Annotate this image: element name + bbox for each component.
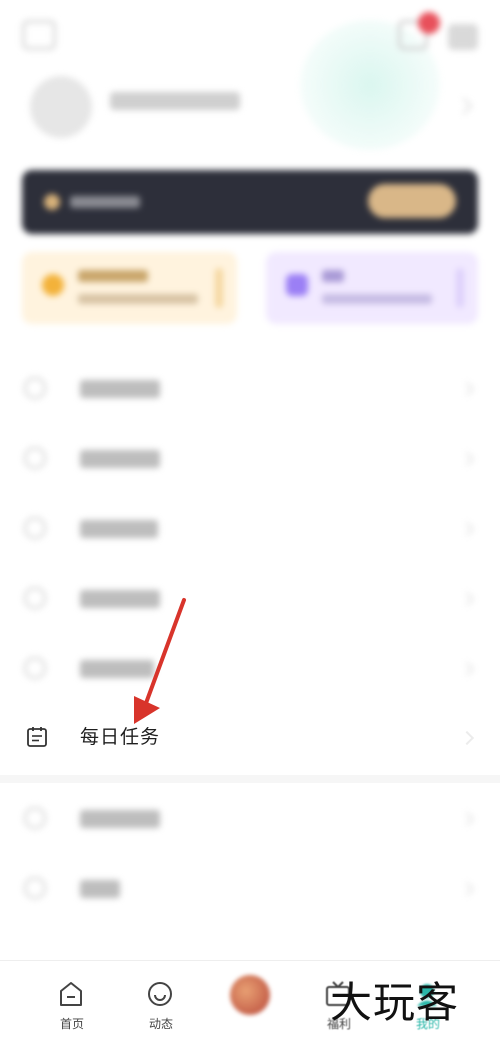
gold-card-icon [42,274,64,296]
avatar[interactable] [30,76,92,138]
purple-card-edge [456,268,464,308]
menu-row-2-icon [24,447,46,469]
tab-center[interactable] [200,961,300,1041]
vip-banner-text [70,196,140,208]
blurred-top-area [0,0,500,700]
chevron-right-icon [459,881,475,897]
home-icon [60,982,82,1006]
gold-card[interactable] [22,252,237,324]
menu-row-1[interactable] [0,352,500,422]
menu-row-3[interactable] [0,492,500,562]
menu-row-2[interactable] [0,422,500,492]
scan-icon[interactable] [22,20,56,50]
vip-open-button[interactable] [368,184,456,218]
gold-card-subtitle [78,294,198,304]
purple-card-icon [286,274,308,296]
tab-home[interactable]: 首页 [22,961,122,1041]
daily-task-row[interactable]: 每日任务 [0,702,500,772]
tab-home-label: 首页 [59,1017,84,1031]
menu-row-6-icon [24,807,46,829]
menu-row-7[interactable] [0,852,500,922]
menu-row-4[interactable] [0,562,500,632]
menu-row-5[interactable] [0,632,500,702]
menu-row-1-icon [24,377,46,399]
menu-row-6-label [80,810,160,828]
menu-row-4-icon [24,587,46,609]
purple-card-title [322,270,344,282]
tab-dynamics-label: 动态 [148,1017,173,1031]
menu-row-6[interactable] [0,782,500,852]
chevron-right-icon [459,661,475,677]
center-avatar-icon [230,975,270,1015]
chevron-right-icon [459,730,475,746]
calendar-task-icon [27,727,47,747]
chevron-right-icon [459,811,475,827]
purple-card[interactable] [266,252,478,324]
menu-row-3-label [80,520,158,538]
purple-card-subtitle [322,294,432,304]
chevron-right-icon [459,381,475,397]
menu-row-7-icon [24,877,46,899]
chevron-right-icon [459,591,475,607]
chevron-right-icon [459,451,475,467]
annotation-arrow [134,598,186,724]
notification-badge [418,12,440,34]
blurred-lower-area [0,782,500,957]
dynamics-icon [148,982,172,1006]
chevron-right-icon [459,521,475,537]
gold-card-edge [215,268,223,308]
vip-crown-icon [44,194,60,210]
username [110,92,240,110]
menu-row-7-label [80,880,120,898]
menu-row-2-label [80,450,160,468]
watermark: 大玩客 [330,978,460,1027]
gold-card-title [78,270,148,282]
tab-dynamics[interactable]: 动态 [111,961,211,1041]
menu-row-1-label [80,380,160,398]
menu-row-5-icon [24,657,46,679]
settings-icon[interactable] [448,24,478,50]
profile-chevron-icon[interactable] [455,97,473,115]
menu-row-3-icon [24,517,46,539]
